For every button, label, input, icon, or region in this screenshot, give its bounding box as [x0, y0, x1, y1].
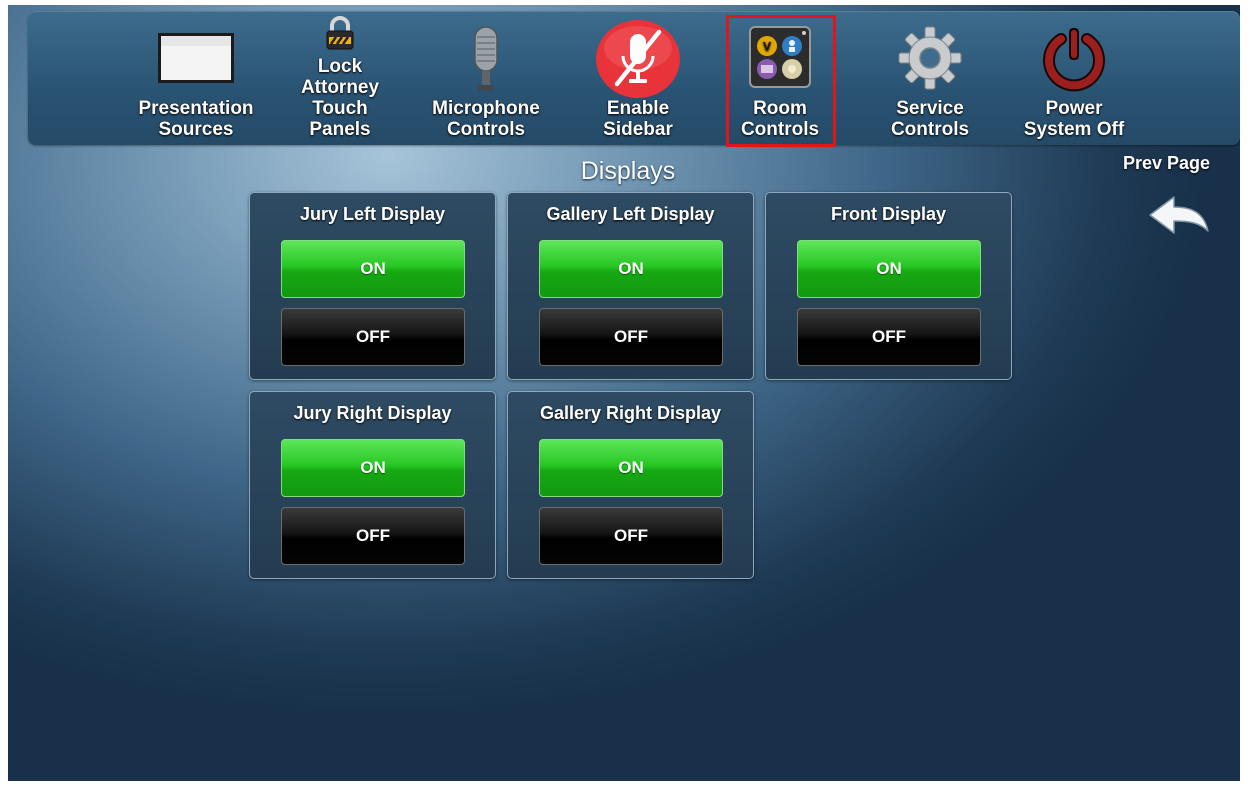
nav-label: Controls: [446, 119, 526, 140]
projection-screen-icon: [158, 33, 234, 83]
display-title: Gallery Right Display: [539, 403, 722, 423]
display-title: Gallery Left Display: [546, 204, 715, 224]
nav-label: Power: [1045, 98, 1103, 119]
lock-attorney-touch-panels-button[interactable]: Lock Attorney Touch Panels: [290, 11, 390, 145]
muted-microphone-icon: [596, 20, 680, 98]
power-icon: [1043, 28, 1105, 92]
on-button[interactable]: ON: [539, 240, 723, 298]
display-panel-gallery-right: Gallery Right Display ON OFF: [507, 391, 754, 579]
nav-label: Panels: [309, 119, 371, 140]
gear-icon: [898, 26, 962, 90]
display-panel-jury-right: Jury Right Display ON OFF: [249, 391, 496, 579]
off-button[interactable]: OFF: [539, 507, 723, 565]
nav-label: System Off: [1023, 119, 1125, 140]
top-navigation-bar: Presentation Sources Lock Attorney Touch…: [28, 11, 1240, 145]
nav-label: Enable: [606, 98, 670, 119]
service-controls-button[interactable]: Service Controls: [870, 11, 990, 145]
nav-label: Touch: [312, 98, 368, 119]
touch-panel-screen: Presentation Sources Lock Attorney Touch…: [8, 5, 1240, 781]
padlock-icon: [326, 16, 354, 50]
on-button[interactable]: ON: [281, 240, 465, 298]
display-panel-jury-left: Jury Left Display ON OFF: [249, 192, 496, 380]
off-button[interactable]: OFF: [281, 308, 465, 366]
nav-label: Lock: [317, 56, 363, 77]
back-arrow-icon[interactable]: [1146, 193, 1212, 237]
microphone-controls-button[interactable]: Microphone Controls: [420, 11, 552, 145]
nav-label: Presentation: [138, 98, 254, 119]
nav-label: Microphone: [432, 98, 540, 119]
section-title: Displays: [580, 157, 676, 185]
selected-nav-highlight: [726, 15, 836, 147]
off-button[interactable]: OFF: [539, 308, 723, 366]
nav-label: Sidebar: [603, 119, 673, 140]
display-panel-gallery-left: Gallery Left Display ON OFF: [507, 192, 754, 380]
display-panel-front: Front Display ON OFF: [765, 192, 1012, 380]
nav-label: Controls: [890, 119, 970, 140]
microphone-icon: [474, 26, 498, 91]
on-button[interactable]: ON: [797, 240, 981, 298]
off-button[interactable]: OFF: [797, 308, 981, 366]
presentation-sources-button[interactable]: Presentation Sources: [122, 11, 270, 145]
on-button[interactable]: ON: [539, 439, 723, 497]
nav-label: Service: [896, 98, 964, 119]
display-title: Jury Left Display: [299, 204, 446, 224]
nav-label: Sources: [158, 119, 234, 140]
on-button[interactable]: ON: [281, 439, 465, 497]
prev-page-link[interactable]: Prev Page: [1123, 153, 1210, 174]
power-system-off-button[interactable]: Power System Off: [1004, 11, 1144, 145]
display-title: Jury Right Display: [293, 403, 452, 423]
off-button[interactable]: OFF: [281, 507, 465, 565]
nav-label: Attorney: [300, 77, 380, 98]
enable-sidebar-button[interactable]: Enable Sidebar: [576, 11, 700, 145]
display-title: Front Display: [830, 204, 946, 224]
